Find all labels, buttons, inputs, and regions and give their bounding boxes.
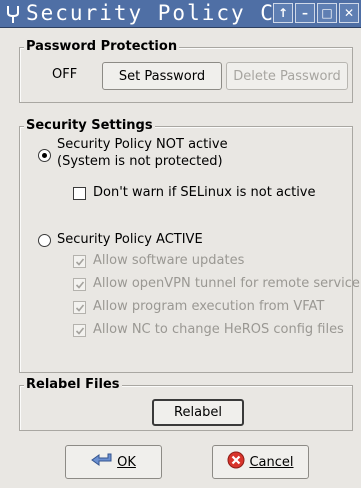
checkmark-icon xyxy=(75,281,85,289)
allow-heros-checkbox[interactable] xyxy=(73,324,86,337)
allow-vfat-label: Allow program execution from VFAT xyxy=(93,299,325,314)
allow-openvpn-label: Allow openVPN tunnel for remote service xyxy=(93,276,360,291)
allow-updates-checkbox[interactable] xyxy=(73,255,86,268)
set-password-button[interactable]: Set Password xyxy=(102,62,222,90)
policy-not-active-label[interactable]: Security Policy NOT active xyxy=(57,137,228,152)
allow-heros-label: Allow NC to change HeROS config files xyxy=(93,322,344,337)
policy-active-label[interactable]: Security Policy ACTIVE xyxy=(57,232,203,247)
dont-warn-checkbox[interactable] xyxy=(73,187,86,200)
maximize-button[interactable]: □ xyxy=(317,3,337,23)
allow-vfat-checkbox[interactable] xyxy=(73,301,86,314)
security-settings-group: Security Settings Security Policy NOT ac… xyxy=(19,118,360,373)
tuning-fork-icon xyxy=(4,4,22,24)
delete-password-button[interactable]: Delete Password xyxy=(226,62,348,90)
shade-button[interactable]: ↑ xyxy=(273,3,293,23)
allow-openvpn-checkbox[interactable] xyxy=(73,278,86,291)
dont-warn-label[interactable]: Don't warn if SELinux is not active xyxy=(93,185,316,200)
window-title: Security Policy C xyxy=(26,1,275,25)
checkmark-icon xyxy=(75,327,85,335)
relabel-files-group: Relabel Files Relabel xyxy=(19,377,353,431)
password-status: OFF xyxy=(52,67,78,82)
radio-selected-dot xyxy=(42,153,47,158)
cancel-label: Cancel xyxy=(249,454,294,470)
policy-not-active-radio[interactable] xyxy=(38,149,51,162)
cancel-button[interactable]: Cancel xyxy=(212,445,309,479)
password-protection-legend: Password Protection xyxy=(24,39,180,54)
minimize-button[interactable]: – xyxy=(295,3,315,23)
security-settings-legend: Security Settings xyxy=(24,118,155,133)
relabel-button[interactable]: Relabel xyxy=(152,399,244,426)
policy-not-active-sublabel: (System is not protected) xyxy=(57,154,223,169)
checkmark-icon xyxy=(75,304,85,312)
title-bar[interactable]: Security Policy C ↑ – □ ✕ xyxy=(0,0,361,28)
cancel-icon xyxy=(227,451,245,473)
close-button[interactable]: ✕ xyxy=(339,3,359,23)
checkmark-icon xyxy=(75,258,85,266)
ok-arrow-icon xyxy=(91,452,113,472)
allow-updates-label: Allow software updates xyxy=(93,253,245,268)
policy-active-radio[interactable] xyxy=(38,234,51,247)
password-protection-group: Password Protection OFF Set Password Del… xyxy=(19,39,353,103)
ok-button[interactable]: OK xyxy=(65,445,162,479)
relabel-files-legend: Relabel Files xyxy=(24,377,122,392)
ok-label: OK xyxy=(117,454,136,470)
